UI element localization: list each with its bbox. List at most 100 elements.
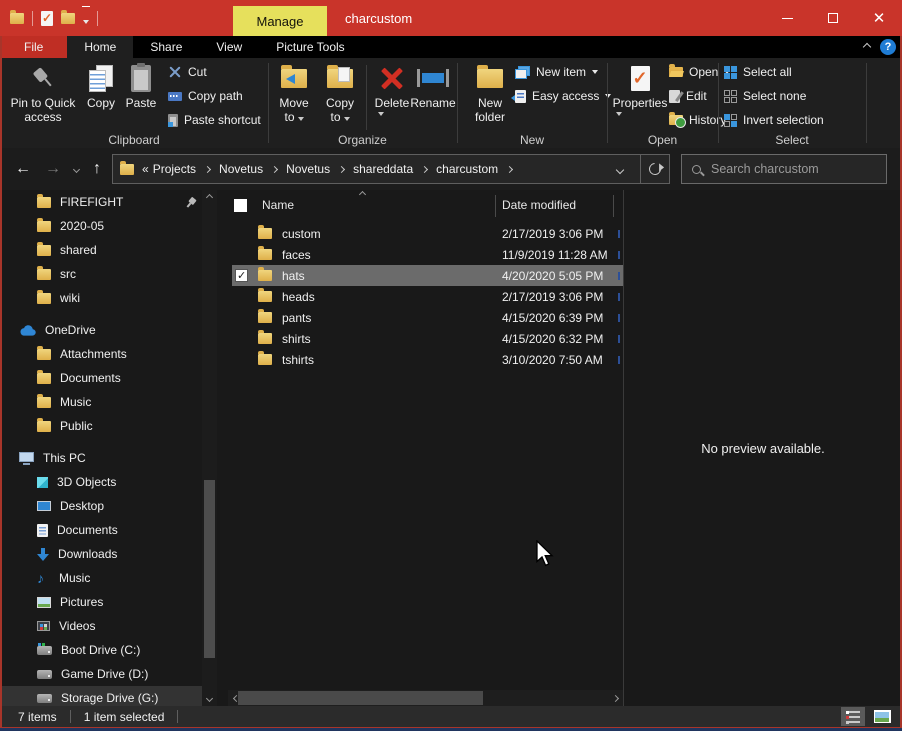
breadcrumb-overflow[interactable]: « <box>140 162 151 176</box>
sidebar-item-attachments[interactable]: Attachments <box>0 342 202 366</box>
details-view-button[interactable] <box>841 707 865 726</box>
minimize-button[interactable] <box>764 0 810 36</box>
select-none-button[interactable]: Select none <box>724 86 806 106</box>
sidebar-item-documents[interactable]: Documents <box>0 518 202 542</box>
sidebar-item-boot-drive[interactable]: Boot Drive (C:) <box>0 638 202 662</box>
chevron-right-icon[interactable] <box>271 165 278 172</box>
sidebar-item-firefight[interactable]: FIREFIGHT <box>0 190 202 214</box>
main-area: FIREFIGHT 2020-05 shared src wiki <box>0 190 902 706</box>
column-divider[interactable] <box>613 195 614 217</box>
paste-button[interactable]: Paste <box>122 62 160 110</box>
new-folder-button[interactable]: New folder <box>465 62 515 125</box>
breadcrumb-item[interactable]: Novetus <box>284 162 332 176</box>
file-row[interactable]: tshirts 3/10/2020 7:50 AM <box>228 349 623 370</box>
file-row[interactable]: heads 2/17/2019 3:06 PM <box>228 286 623 307</box>
tab-home[interactable]: Home <box>67 36 133 58</box>
breadcrumb-item[interactable]: Projects <box>151 162 198 176</box>
scrollbar-thumb[interactable] <box>204 480 215 658</box>
tab-view[interactable]: View <box>199 36 259 58</box>
scrollbar-thumb[interactable] <box>238 691 483 705</box>
customize-qat-icon[interactable] <box>83 8 89 29</box>
sidebar-item-od-music[interactable]: Music <box>0 390 202 414</box>
folder-icon <box>258 228 272 239</box>
search-input[interactable] <box>711 162 876 176</box>
tab-file[interactable]: File <box>0 36 67 58</box>
properties-button[interactable]: Properties <box>611 62 669 116</box>
edit-button[interactable]: Edit <box>669 86 707 106</box>
column-divider[interactable] <box>495 195 496 217</box>
tab-share[interactable]: Share <box>133 36 199 58</box>
scroll-up-button[interactable] <box>202 190 217 205</box>
sidebar-item-od-public[interactable]: Public <box>0 414 202 438</box>
sidebar-item-pictures[interactable]: Pictures <box>0 590 202 614</box>
horizontal-scrollbar[interactable] <box>228 690 623 706</box>
file-row[interactable]: faces 11/9/2019 11:28 AM <box>228 244 623 265</box>
row-checkbox-checked[interactable] <box>235 269 248 282</box>
sidebar-scrollbar[interactable] <box>202 190 217 706</box>
chevron-right-icon[interactable] <box>421 165 428 172</box>
manage-contextual-tab[interactable]: Manage <box>233 6 327 36</box>
sidebar-item-this-pc[interactable]: This PC <box>0 446 202 470</box>
sidebar-item-game-drive[interactable]: Game Drive (D:) <box>0 662 202 686</box>
file-row[interactable]: shirts 4/15/2020 6:32 PM <box>228 328 623 349</box>
recent-locations-button[interactable] <box>68 158 84 180</box>
close-button[interactable]: ✕ <box>856 0 902 36</box>
breadcrumb-item[interactable]: shareddata <box>351 162 415 176</box>
file-row-selected[interactable]: hats 4/20/2020 5:05 PM <box>228 265 623 286</box>
sidebar-item-2020-05[interactable]: 2020-05 <box>0 214 202 238</box>
column-header-name[interactable]: Name <box>262 198 294 212</box>
paste-shortcut-button[interactable]: Paste shortcut <box>168 110 261 130</box>
sidebar-item-wiki[interactable]: wiki <box>0 286 202 310</box>
address-dropdown-icon[interactable] <box>616 166 624 174</box>
breadcrumb-item[interactable]: charcustom <box>434 162 500 176</box>
select-all-button[interactable]: Select all <box>724 62 792 82</box>
refresh-button[interactable] <box>640 155 669 183</box>
sidebar-item-videos[interactable]: Videos <box>0 614 202 638</box>
sidebar-item-label: 3D Objects <box>57 475 116 489</box>
address-bar[interactable]: « Projects Novetus Novetus shareddata ch… <box>112 154 670 184</box>
column-header-date-modified[interactable]: Date modified <box>502 198 576 212</box>
properties-icon[interactable] <box>41 11 53 26</box>
sidebar-item-3d-objects[interactable]: 3D Objects <box>0 470 202 494</box>
sidebar-item-music[interactable]: Music <box>0 566 202 590</box>
scroll-right-button[interactable] <box>607 690 623 706</box>
rename-button[interactable]: Rename <box>410 62 456 110</box>
copy-path-button[interactable]: Copy path <box>168 86 243 106</box>
sidebar-item-desktop[interactable]: Desktop <box>0 494 202 518</box>
file-row[interactable]: custom 2/17/2019 3:06 PM <box>228 223 623 244</box>
collapse-ribbon-icon[interactable] <box>863 43 871 51</box>
scroll-down-button[interactable] <box>202 691 217 706</box>
sidebar-item-od-documents[interactable]: Documents <box>0 366 202 390</box>
tab-picture-tools[interactable]: Picture Tools <box>259 36 361 58</box>
copy-to-button[interactable]: Copy to <box>318 62 362 125</box>
breadcrumb-item[interactable]: Novetus <box>217 162 265 176</box>
thumbnail-view-button[interactable] <box>870 707 894 726</box>
pin-to-quick-access-button[interactable]: Pin to Quick access <box>8 62 78 125</box>
cut-button[interactable]: Cut <box>168 62 207 82</box>
help-icon[interactable]: ? <box>880 39 896 55</box>
sidebar-item-onedrive[interactable]: OneDrive <box>0 318 202 342</box>
forward-button[interactable]: → <box>42 158 64 180</box>
chevron-right-icon[interactable] <box>338 165 345 172</box>
invert-selection-button[interactable]: Invert selection <box>724 110 824 130</box>
select-all-checkbox[interactable] <box>234 199 247 212</box>
file-row[interactable]: pants 4/15/2020 6:39 PM <box>228 307 623 328</box>
copy-button[interactable]: Copy <box>82 62 120 110</box>
sidebar-item-storage-drive[interactable]: Storage Drive (G:) <box>0 686 202 706</box>
move-to-button[interactable]: Move to <box>272 62 316 125</box>
sidebar-item-src[interactable]: src <box>0 262 202 286</box>
delete-button[interactable]: Delete <box>370 62 414 116</box>
chevron-right-icon[interactable] <box>204 165 211 172</box>
folder-icon[interactable] <box>10 13 24 24</box>
folder-icon <box>120 164 134 175</box>
up-button[interactable]: ↑ <box>86 158 108 180</box>
search-box[interactable] <box>681 154 887 184</box>
sidebar-item-shared[interactable]: shared <box>0 238 202 262</box>
new-item-button[interactable]: New item <box>515 62 598 82</box>
chevron-right-icon[interactable] <box>506 165 513 172</box>
folder-icon[interactable] <box>61 13 75 24</box>
easy-access-button[interactable]: Easy access <box>515 86 611 106</box>
sidebar-item-downloads[interactable]: Downloads <box>0 542 202 566</box>
maximize-button[interactable] <box>810 0 856 36</box>
back-button[interactable]: ← <box>12 158 34 180</box>
